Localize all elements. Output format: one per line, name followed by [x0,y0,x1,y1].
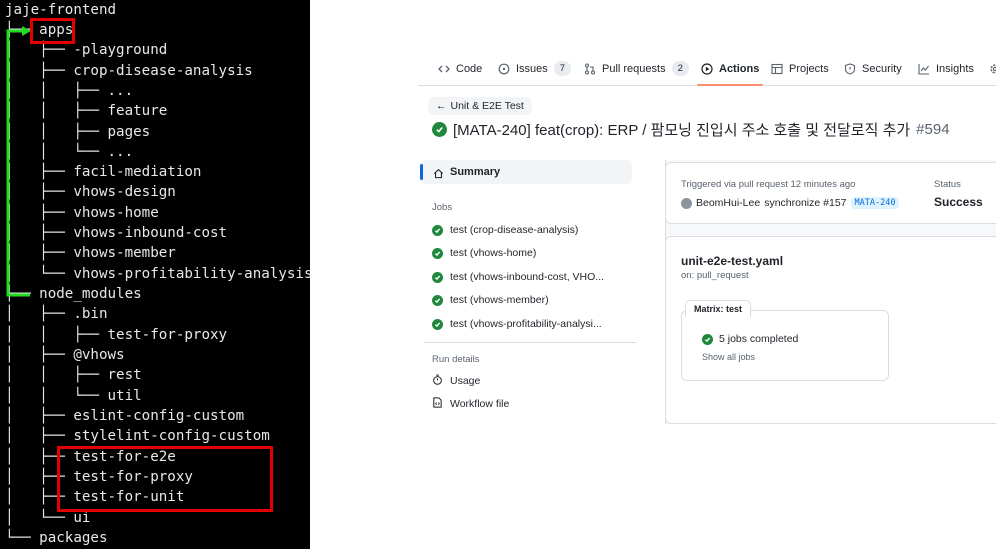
summary-label: Summary [450,166,501,178]
home-icon [433,166,444,184]
run-title: [MATA-240] feat(crop): ERP / 팜모닝 진입시 주소 … [432,118,950,140]
success-check-icon [432,247,443,259]
tree-line: │ │ ├── test-for-proxy [5,327,228,343]
github-actions-panel: Code Issues 7 Pull requests 2 Actions Pr… [418,52,996,549]
issues-count-badge: 7 [553,61,572,76]
sidebar-job-item[interactable]: test (vhows-inbound-cost, VHO... [432,268,604,286]
sidebar-item-summary[interactable]: Summary [420,160,632,184]
pull-request-icon [584,62,596,75]
tab-label: Code [456,62,483,75]
tab-label: Pull requests [602,62,666,75]
table-icon [771,63,783,75]
issue-icon [498,63,510,75]
shield-icon [844,62,856,75]
graph-icon [918,63,930,75]
job-label: test (vhows-inbound-cost, VHO... [450,271,605,283]
tree-line: │ └── vhows-profitability-analysis [5,266,310,282]
jobs-completed-row: 5 jobs completed [702,331,798,347]
tree-line: │ ├── eslint-config-custom [5,408,245,424]
matrix-box[interactable]: Matrix: test 5 jobs completed Show all j… [681,300,889,381]
sidebar-item-workflow-file[interactable]: Workflow file [432,395,509,413]
success-check-icon [702,333,713,345]
tree-line: └── packages [5,530,108,546]
play-icon [701,62,713,75]
success-check-icon [432,271,443,283]
tree-line: │ │ └── util [5,388,142,404]
job-label: test (vhows-home) [450,247,537,259]
status-label: Status [934,179,961,190]
sidebar-job-item[interactable]: test (vhows-profitability-analysi... [432,315,602,333]
matrix-label: Matrix: test [685,300,752,317]
workflow-name: Unit & E2E Test [450,100,524,112]
run-number: #594 [916,120,950,138]
gear-icon [989,63,996,75]
sidebar-job-item[interactable]: test (crop-disease-analysis) [432,221,578,239]
workflow-trigger-event: on: pull_request [681,270,749,281]
status-value: Success [934,195,983,209]
tab-label: Actions [719,62,760,75]
move-arrow-icon [6,26,31,297]
tab-label: Insights [936,62,974,75]
avatar [681,197,692,209]
job-label: test (vhows-profitability-analysi... [450,318,602,330]
pull-requests-count-badge: 2 [671,61,689,76]
arrow-left-icon: ← [436,100,447,112]
success-check-icon [432,318,443,330]
tab-issues[interactable]: Issues 7 [498,52,572,85]
trigger-action[interactable]: synchronize #157 [764,197,846,209]
show-all-jobs-link[interactable]: Show all jobs [702,352,755,362]
tab-security[interactable]: Security [844,52,902,85]
workflow-filename: unit-e2e-test.yaml [681,254,784,268]
terminal-tree-panel: jaje-frontend ├── apps │ ├── -playground… [0,0,310,549]
job-label: test (crop-disease-analysis) [450,224,579,236]
sidebar-job-item[interactable]: test (vhows-member) [432,291,549,309]
jobs-completed-text: 5 jobs completed [719,333,799,345]
tree-line: │ ├── @vhows [5,347,125,363]
tree-line: │ │ ├── rest [5,367,142,383]
workflow-graph-card: unit-e2e-test.yaml on: pull_request Matr… [665,236,996,424]
success-check-icon [432,224,443,236]
stopwatch-icon [432,374,443,388]
tab-pull-requests[interactable]: Pull requests 2 [584,52,689,85]
tab-label: Issues [516,62,548,75]
tab-insights[interactable]: Insights [918,52,974,85]
trigger-text: Triggered via pull request 12 minutes ag… [681,179,856,190]
workflow-file-label: Workflow file [450,398,510,410]
sidebar-divider [424,342,636,343]
repo-tab-bar: Code Issues 7 Pull requests 2 Actions Pr… [418,52,996,86]
test-packages-highlight-box [57,446,273,512]
code-icon [438,63,450,75]
trigger-actor-row: BeomHui-Lee synchronize #157 MATA-240 [681,195,900,211]
trigger-summary-card: Triggered via pull request 12 minutes ag… [665,162,996,224]
sidebar-item-usage[interactable]: Usage [432,372,480,390]
jobs-heading: Jobs [432,202,453,213]
tab-label: Security [862,62,902,75]
usage-label: Usage [450,375,481,387]
tab-code[interactable]: Code [438,52,482,85]
tab-label: Projects [789,62,829,75]
actor-name[interactable]: BeomHui-Lee [696,197,760,209]
job-label: test (vhows-member) [450,294,549,306]
tab-actions[interactable]: Actions [696,52,764,86]
active-indicator [420,164,423,180]
success-check-icon [432,294,443,306]
tab-settings[interactable] [989,52,996,85]
success-check-icon [432,121,447,137]
sidebar-job-item[interactable]: test (vhows-home) [432,244,536,262]
back-to-workflow-link[interactable]: ← Unit & E2E Test [428,97,532,115]
run-title-text: [MATA-240] feat(crop): ERP / 팜모닝 진입시 주소 … [453,121,911,139]
tree-line: │ ├── stylelint-config-custom [5,428,270,444]
run-details-heading: Run details [432,354,480,365]
file-code-icon [432,397,443,411]
tree-line: │ ├── crop-disease-analysis [5,63,253,79]
branch-badge[interactable]: MATA-240 [850,197,900,209]
tab-projects[interactable]: Projects [771,52,829,85]
